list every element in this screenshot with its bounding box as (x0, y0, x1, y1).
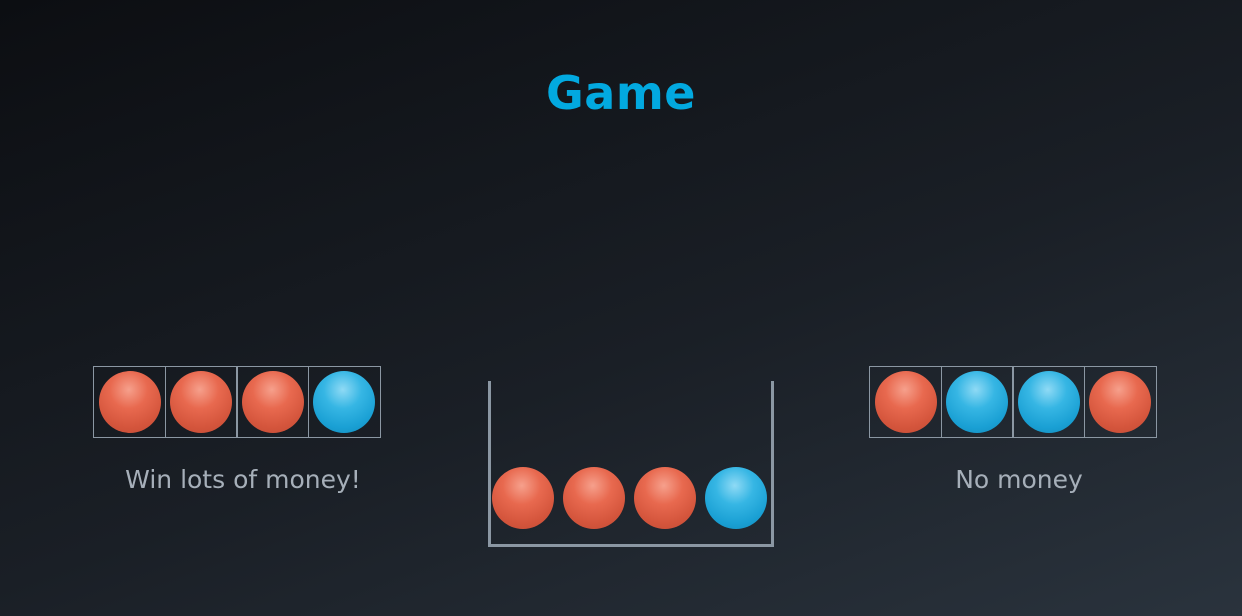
red-ball (874, 371, 937, 433)
sequence-slot (1083, 366, 1157, 438)
blue-ball (946, 371, 1008, 433)
sequence-slot (307, 366, 381, 438)
sequence-slot (236, 366, 309, 438)
red-ball (98, 371, 161, 433)
no-money-caption: No money (955, 465, 1083, 494)
game-title: Game (546, 66, 696, 120)
winning-sequence (93, 366, 381, 438)
win-caption: Win lots of money! (125, 465, 361, 494)
red-ball (241, 371, 304, 433)
red-ball (170, 371, 232, 433)
cup-balls (492, 467, 767, 529)
sequence-slot (1012, 366, 1085, 438)
red-ball (1089, 371, 1151, 433)
red-ball (634, 467, 696, 529)
red-ball (563, 467, 625, 529)
blue-ball (705, 467, 767, 529)
blue-ball (1017, 371, 1080, 433)
sequence-slot (940, 366, 1014, 438)
sequence-slot (164, 366, 238, 438)
blue-ball (313, 371, 375, 433)
losing-sequence (869, 366, 1157, 438)
sequence-slot (869, 366, 942, 438)
sequence-slot (93, 366, 166, 438)
red-ball (492, 467, 554, 529)
